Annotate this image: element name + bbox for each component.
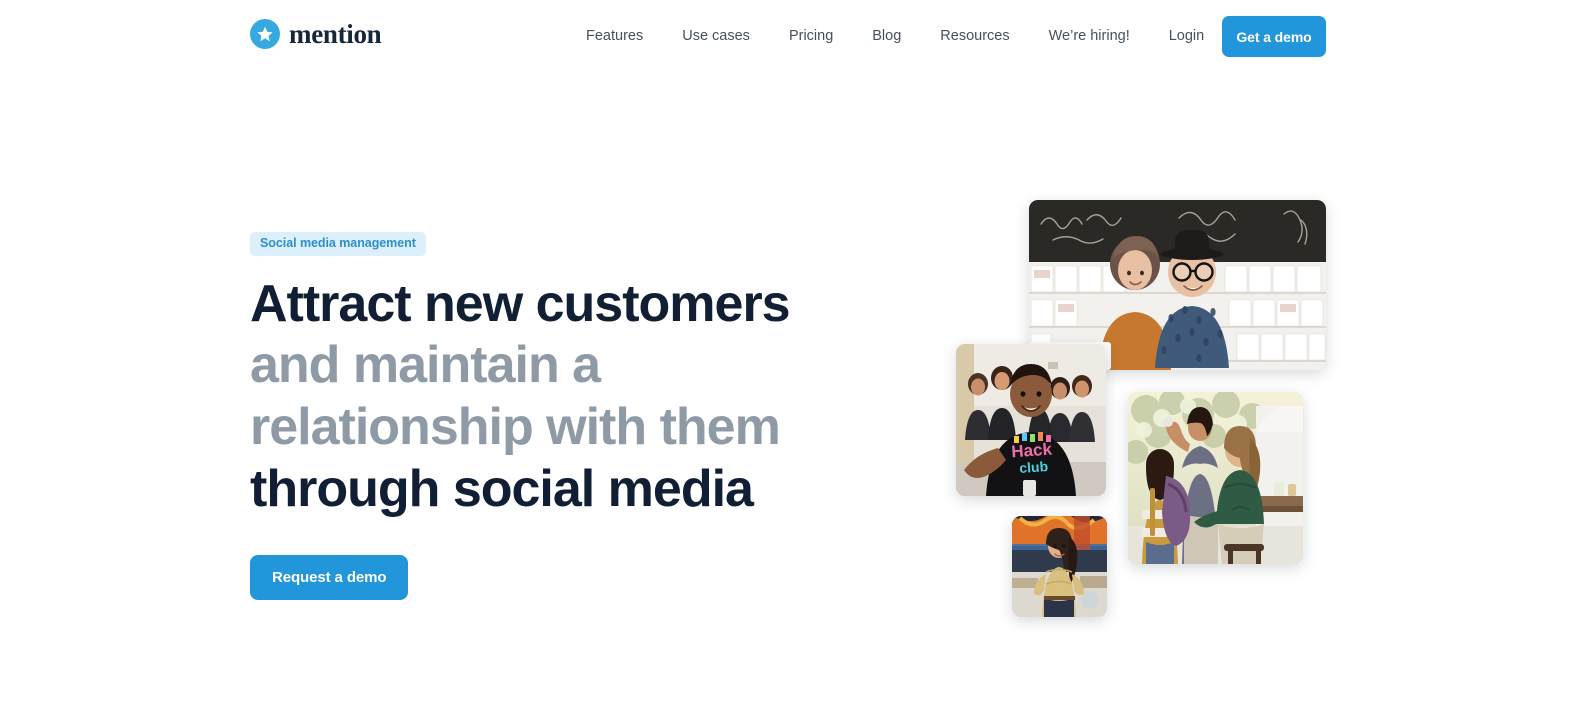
nav-item-pricing[interactable]: Pricing: [789, 22, 833, 50]
photo-family-outdoors: [1128, 392, 1303, 564]
logo-wordmark: mention: [289, 18, 382, 49]
nav-item-features[interactable]: Features: [586, 22, 643, 50]
photo-woman-mural: [1012, 516, 1107, 617]
nav-item-were-hiring[interactable]: We’re hiring!: [1049, 22, 1130, 50]
hero-headline: Attract new customers and maintain a rel…: [250, 274, 950, 522]
nav-item-blog[interactable]: Blog: [872, 22, 901, 50]
logo[interactable]: mention: [250, 18, 382, 49]
photo-hack-club-student: Hack club: [956, 344, 1106, 496]
site-header: mention Features Use cases Pricing Blog …: [0, 0, 1576, 72]
nav-item-use-cases[interactable]: Use cases: [682, 22, 750, 50]
headline-line-4: through social media: [250, 460, 754, 519]
hero-eyebrow-badge: Social media management: [250, 232, 426, 256]
svg-text:club: club: [1019, 458, 1049, 476]
headline-line-3: relationship with them: [250, 398, 781, 457]
hero-content: Social media management Attract new cust…: [250, 232, 950, 600]
primary-navigation: Features Use cases Pricing Blog Resource…: [586, 0, 1204, 72]
get-a-demo-button[interactable]: Get a demo: [1222, 16, 1326, 57]
star-in-circle-icon: [250, 19, 280, 49]
headline-line-2: and maintain a: [250, 336, 601, 395]
headline-line-1: Attract new customers: [250, 274, 791, 333]
hero-image-collage: Hack club: [940, 180, 1370, 650]
request-a-demo-button[interactable]: Request a demo: [250, 555, 409, 600]
nav-item-login[interactable]: Login: [1169, 22, 1204, 50]
nav-item-resources[interactable]: Resources: [940, 22, 1009, 50]
